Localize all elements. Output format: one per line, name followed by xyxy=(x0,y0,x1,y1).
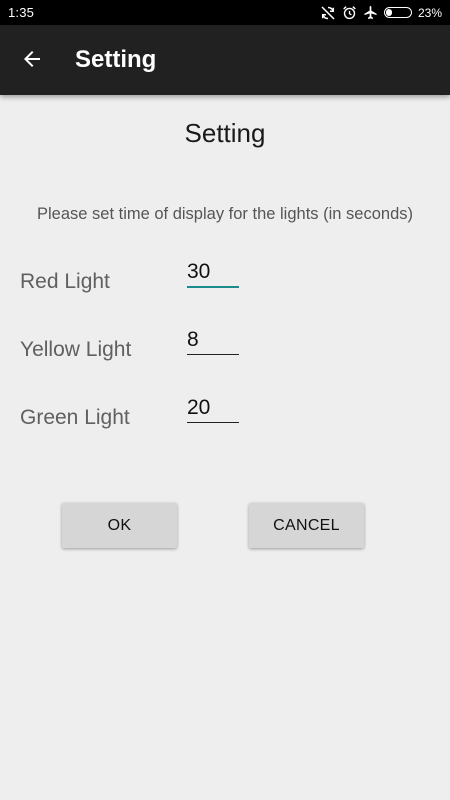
yellow-light-label: Yellow Light xyxy=(20,338,132,361)
yellow-light-input[interactable] xyxy=(187,325,239,355)
airplane-icon xyxy=(363,5,378,20)
screen: 1:35 23% Setting Setting Please set time… xyxy=(0,0,450,800)
alarm-icon xyxy=(342,5,357,20)
instruction-text: Please set time of display for the light… xyxy=(36,205,413,223)
back-button[interactable] xyxy=(14,43,50,79)
green-light-label: Green Light xyxy=(20,406,130,429)
battery-icon xyxy=(383,7,412,18)
status-icons: 23% xyxy=(320,4,442,21)
status-bar: 1:35 23% xyxy=(0,0,450,25)
app-bar: Setting xyxy=(0,25,450,95)
battery-percent: 23% xyxy=(417,5,442,20)
app-bar-title: Setting xyxy=(75,46,157,73)
red-light-label: Red Light xyxy=(20,270,110,293)
arrow-back-icon xyxy=(20,47,44,76)
battery-level xyxy=(385,9,392,16)
red-light-input[interactable] xyxy=(187,258,239,288)
dialog-title: Setting xyxy=(184,118,266,148)
cancel-button[interactable]: CANCEL xyxy=(249,503,364,548)
ok-button[interactable]: OK xyxy=(62,503,177,548)
green-light-input[interactable] xyxy=(187,393,239,423)
sync-disabled-icon xyxy=(320,5,336,21)
status-time: 1:35 xyxy=(8,5,35,20)
